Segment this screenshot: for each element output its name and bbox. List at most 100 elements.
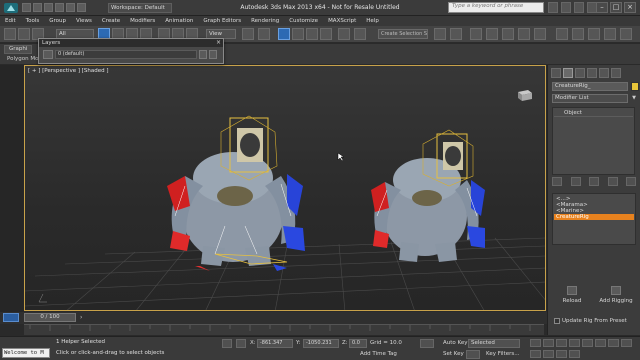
perspective-viewport[interactable]: [ + ] [Perspective ] [Shaded ] <box>24 65 546 311</box>
selection-lock-icon[interactable] <box>222 339 232 348</box>
create-tab-icon[interactable] <box>551 68 561 78</box>
render-iterative-icon[interactable] <box>620 28 632 40</box>
tab-graphite-modeling[interactable]: Graphi <box>4 45 33 54</box>
show-end-result-icon[interactable] <box>570 177 581 186</box>
link-icon[interactable] <box>18 28 30 40</box>
add-time-tag-button[interactable]: Add Time Tag <box>360 350 397 358</box>
menu-modifiers[interactable]: Modifiers <box>125 16 160 26</box>
render-production-icon[interactable] <box>604 28 616 40</box>
schematic-view-icon[interactable] <box>518 28 530 40</box>
add-to-layer-icon[interactable] <box>209 50 217 59</box>
menu-maxscript[interactable]: MAXScript <box>323 16 361 26</box>
menu-create[interactable]: Create <box>97 16 125 26</box>
time-config-icon[interactable] <box>569 350 580 358</box>
viewport-label[interactable]: [ + ] [Perspective ] [Shaded ] <box>28 68 109 75</box>
modify-tab-icon[interactable] <box>563 68 573 78</box>
object-name-field[interactable]: CreatureRig_ <box>552 82 628 91</box>
undo-icon[interactable] <box>4 28 16 40</box>
update-rig-from-preset-checkbox[interactable]: Update Rig From Preset <box>554 317 640 325</box>
zoom-icon[interactable] <box>595 339 606 347</box>
mirror-icon[interactable] <box>354 28 366 40</box>
spinner-snap-icon[interactable] <box>320 28 332 40</box>
close-button[interactable]: × <box>624 2 636 13</box>
motion-tab-icon[interactable] <box>587 68 597 78</box>
y-coordinate-field[interactable]: -1050.231 <box>303 339 339 348</box>
next-frame-icon[interactable]: › <box>80 314 86 322</box>
search-icon[interactable] <box>548 2 558 13</box>
creature-model-right[interactable] <box>371 129 485 262</box>
rendered-frame-icon[interactable] <box>572 28 584 40</box>
modifier-list-select[interactable]: Modifier List <box>552 94 628 103</box>
curve-editor-icon[interactable] <box>502 28 514 40</box>
key-selection-select[interactable]: Selected <box>468 339 520 348</box>
toggle-trackbar-button[interactable] <box>3 313 19 322</box>
minimize-button[interactable]: – <box>596 2 608 13</box>
track-bar[interactable] <box>24 324 544 335</box>
maximize-viewport-icon[interactable] <box>556 350 567 358</box>
undo-icon[interactable] <box>55 3 64 12</box>
x-coordinate-field[interactable]: -861.347 <box>257 339 293 348</box>
next-frame-icon[interactable] <box>569 339 580 347</box>
orbit-icon[interactable] <box>621 339 632 347</box>
menu-help[interactable]: Help <box>361 16 384 26</box>
subscription-icon[interactable] <box>561 2 571 13</box>
named-selection-sets-select[interactable]: Create Selection S <box>378 29 428 39</box>
layers-close-button[interactable]: × <box>214 39 223 47</box>
menu-views[interactable]: Views <box>71 16 97 26</box>
project-folder-icon[interactable] <box>77 3 86 12</box>
set-key-icon[interactable] <box>466 350 480 359</box>
open-file-icon[interactable] <box>33 3 42 12</box>
key-mode-icon[interactable] <box>420 339 434 348</box>
edit-named-selection-icon[interactable] <box>338 28 350 40</box>
maxscript-listener-input[interactable]: Welcome to M <box>2 348 50 358</box>
snaps-toggle-icon[interactable] <box>278 28 290 40</box>
redo-icon[interactable] <box>66 3 75 12</box>
render-teapot-icon[interactable] <box>588 28 600 40</box>
pivot-center-icon[interactable] <box>242 28 254 40</box>
new-file-icon[interactable] <box>22 3 31 12</box>
pan-icon[interactable] <box>608 339 619 347</box>
absolute-mode-icon[interactable] <box>236 339 246 348</box>
key-filters-button[interactable]: Key Filters... <box>486 350 519 358</box>
menu-edit[interactable]: Edit <box>0 16 21 26</box>
select-manipulate-icon[interactable] <box>258 28 270 40</box>
maximize-button[interactable]: □ <box>610 2 622 13</box>
object-color-swatch[interactable] <box>631 82 639 91</box>
ribbon-panel-label[interactable]: Polygon Mo <box>7 55 38 63</box>
app-logo-icon[interactable] <box>3 2 19 14</box>
viewport-scene[interactable] <box>25 66 546 311</box>
workspace-select[interactable]: Workspace: Default <box>108 3 172 13</box>
modifier-stack[interactable]: Object <box>552 107 635 175</box>
menu-animation[interactable]: Animation <box>160 16 198 26</box>
render-setup-icon[interactable] <box>556 28 568 40</box>
viewcube-icon[interactable] <box>514 88 534 102</box>
utilities-tab-icon[interactable] <box>611 68 621 78</box>
menu-tools[interactable]: Tools <box>21 16 45 26</box>
save-file-icon[interactable] <box>44 3 53 12</box>
hierarchy-tab-icon[interactable] <box>575 68 585 78</box>
auto-key-button[interactable]: Auto Key <box>443 339 468 347</box>
add-rigging-button[interactable]: Add Rigging <box>596 284 636 310</box>
percent-snap-icon[interactable] <box>306 28 318 40</box>
pin-stack-icon[interactable] <box>552 177 562 186</box>
layers-window-title[interactable]: Layers <box>39 39 223 47</box>
make-unique-icon[interactable] <box>589 177 599 186</box>
set-key-button[interactable]: Set Key <box>443 350 464 358</box>
menu-group[interactable]: Group <box>44 16 71 26</box>
configure-modifier-sets-icon[interactable] <box>626 177 636 186</box>
z-coordinate-field[interactable]: 0.0 <box>349 339 367 348</box>
remove-modifier-icon[interactable] <box>607 177 618 186</box>
field-of-view-icon[interactable] <box>530 350 541 358</box>
current-layer-select[interactable]: 0 (default) <box>55 50 197 59</box>
stack-item-object[interactable]: Object <box>554 109 633 117</box>
search-input[interactable]: Type a keyword or phrase <box>448 2 544 13</box>
angle-snap-icon[interactable] <box>292 28 304 40</box>
material-editor-icon[interactable] <box>534 28 546 40</box>
layer-manager-icon[interactable] <box>470 28 482 40</box>
menu-rendering[interactable]: Rendering <box>246 16 284 26</box>
mirror-tool-icon[interactable] <box>434 28 446 40</box>
favorites-star-icon[interactable] <box>574 2 584 13</box>
previous-frame-icon[interactable] <box>543 339 554 347</box>
graphite-tools-icon[interactable] <box>486 28 498 40</box>
zoom-extents-icon[interactable] <box>543 350 554 358</box>
